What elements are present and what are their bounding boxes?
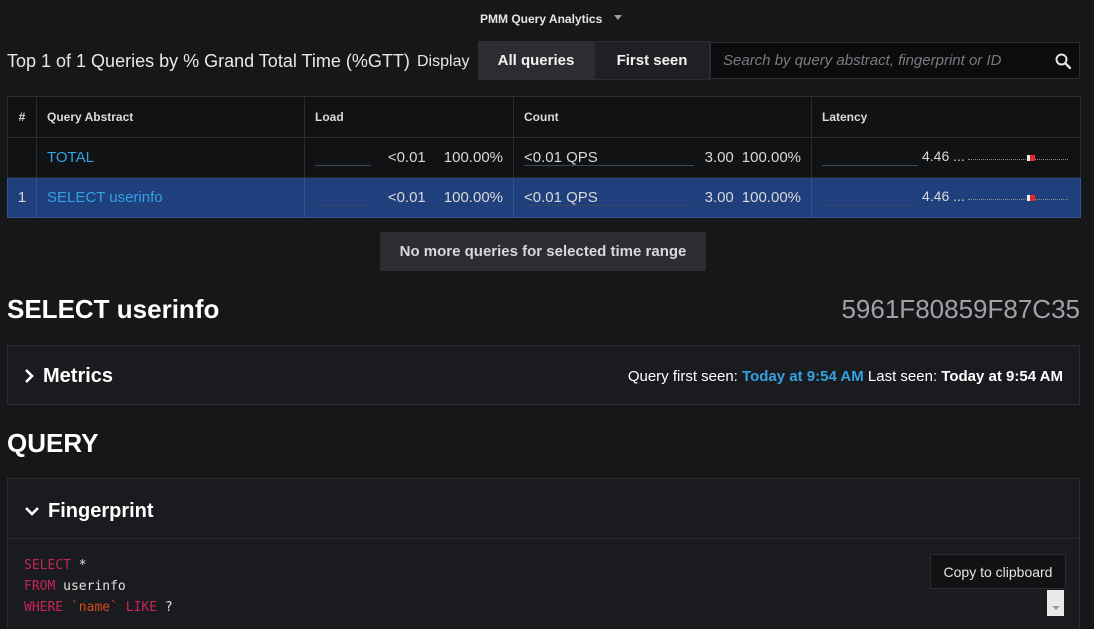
- count-value: 3.00: [704, 149, 734, 166]
- table-header-row: # Query Abstract Load Count Latency: [7, 96, 1081, 138]
- latency-value: 4.46 ...: [922, 188, 965, 204]
- load-cell: <0.01 100.00%: [304, 137, 514, 178]
- latency-sparkline: [822, 205, 918, 206]
- code-keyword: SELECT: [24, 558, 71, 573]
- fingerprint-panel: Fingerprint SELECT * FROM userinfo WHERE `…: [7, 478, 1080, 629]
- count-percent: 100.00%: [741, 189, 801, 206]
- no-more-queries-notice: No more queries for selected time range: [380, 232, 706, 271]
- scroll-down-button[interactable]: [1047, 590, 1064, 616]
- load-value: <0.01: [387, 189, 426, 206]
- column-header-latency[interactable]: Latency: [811, 96, 1081, 138]
- count-qps: <0.01 QPS: [524, 149, 598, 166]
- fingerprint-label[interactable]: Fingerprint: [48, 500, 154, 523]
- query-abstract-link[interactable]: TOTAL: [36, 137, 305, 178]
- section-title-query: QUERY: [7, 428, 99, 458]
- latency-range-line: [968, 159, 1068, 160]
- top-bar: PMM Query Analytics: [0, 0, 1094, 40]
- load-cell: <0.01 100.00%: [304, 177, 514, 218]
- code-keyword: FROM: [24, 579, 56, 594]
- first-seen-label: Query first seen:: [627, 368, 738, 385]
- count-value: 3.00: [704, 189, 734, 206]
- latency-range-line: [968, 199, 1068, 200]
- column-header-load[interactable]: Load: [304, 96, 514, 138]
- row-number: [7, 137, 37, 178]
- row-number: 1: [7, 177, 37, 218]
- chevron-down-icon[interactable]: [25, 506, 39, 516]
- toolbar: Top 1 of 1 Queries by % Grand Total Time…: [0, 41, 1094, 81]
- fingerprint-code: SELECT * FROM userinfo WHERE `name` LIKE ?: [24, 555, 173, 618]
- count-percent: 100.00%: [741, 149, 801, 166]
- latency-sparkline: [822, 165, 918, 166]
- load-percent: 100.00%: [443, 189, 503, 206]
- tab-first-seen[interactable]: First seen: [594, 41, 710, 80]
- code-line: FROM userinfo: [24, 576, 173, 597]
- count-qps: <0.01 QPS: [524, 189, 598, 206]
- search-box: [710, 42, 1080, 79]
- last-seen-label: Last seen:: [867, 368, 938, 385]
- latency-value: 4.46 ...: [922, 148, 965, 164]
- load-sparkline: [315, 205, 371, 206]
- tab-all-queries[interactable]: All queries: [478, 41, 594, 80]
- queries-heading: Top 1 of 1 Queries by % Grand Total Time…: [7, 51, 410, 71]
- code-identifier: `name`: [70, 600, 118, 615]
- copy-to-clipboard-button[interactable]: Copy to clipboard: [930, 554, 1066, 589]
- column-header-query-abstract[interactable]: Query Abstract: [36, 96, 305, 138]
- query-id: 5961F80859F87C35: [841, 294, 1080, 324]
- load-percent: 100.00%: [443, 149, 503, 166]
- count-sparkline: [524, 205, 694, 206]
- first-seen-value: Today at 9:54 AM: [742, 368, 864, 385]
- code-text: ?: [157, 600, 173, 615]
- metrics-label[interactable]: Metrics: [43, 365, 113, 388]
- scroll-arrow-icon: [1052, 606, 1060, 610]
- metrics-panel[interactable]: Metrics Query first seen: Today at 9:54 …: [7, 345, 1080, 405]
- last-seen-value: Today at 9:54 AM: [941, 368, 1063, 385]
- count-sparkline: [524, 165, 694, 166]
- column-header-count[interactable]: Count: [513, 96, 812, 138]
- chevron-right-icon[interactable]: [24, 369, 34, 383]
- search-icon[interactable]: [1055, 53, 1071, 69]
- latency-marker-icon: [1027, 155, 1035, 161]
- queries-table: # Query Abstract Load Count Latency TOTA…: [7, 96, 1081, 218]
- code-text: userinfo: [55, 579, 126, 594]
- latency-cell: 4.46 ...: [811, 177, 1081, 218]
- app-title[interactable]: PMM Query Analytics: [480, 12, 602, 26]
- code-line: SELECT *: [24, 555, 173, 576]
- count-cell: <0.01 QPS 3.00 100.00%: [513, 177, 812, 218]
- caret-down-icon[interactable]: [614, 15, 622, 20]
- latency-marker-icon: [1027, 195, 1035, 201]
- code-line: WHERE `name` LIKE ?: [24, 597, 173, 618]
- count-cell: <0.01 QPS 3.00 100.00%: [513, 137, 812, 178]
- column-header-number: #: [7, 96, 37, 138]
- query-abstract-link[interactable]: SELECT userinfo: [36, 177, 305, 218]
- seen-info: Query first seen: Today at 9:54 AM Last …: [628, 368, 1063, 385]
- display-label: Display: [417, 53, 470, 70]
- code-keyword: WHERE: [24, 600, 64, 615]
- table-row[interactable]: 1 SELECT userinfo <0.01 100.00% <0.01 QP…: [7, 177, 1081, 218]
- load-sparkline: [315, 165, 371, 166]
- fingerprint-header[interactable]: Fingerprint: [8, 479, 1079, 539]
- query-title: SELECT userinfo: [7, 294, 220, 324]
- code-keyword: LIKE: [125, 600, 158, 615]
- table-row-total[interactable]: TOTAL <0.01 100.00% <0.01 QPS 3.00 100.0…: [7, 137, 1081, 178]
- code-text: *: [70, 558, 87, 573]
- search-input[interactable]: [711, 43, 1041, 78]
- load-value: <0.01: [387, 149, 426, 166]
- latency-cell: 4.46 ...: [811, 137, 1081, 178]
